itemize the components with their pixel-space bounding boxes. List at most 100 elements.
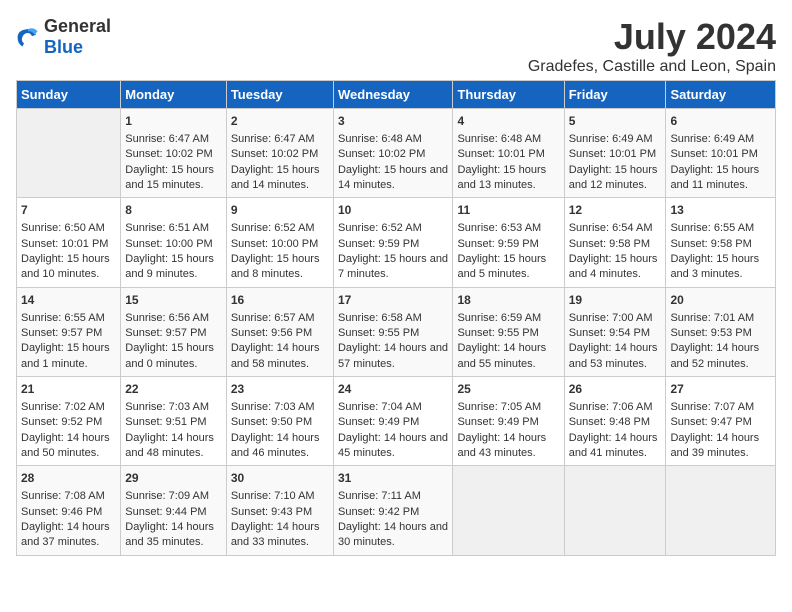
sunrise-text: Sunrise: 6:54 AM (569, 222, 653, 234)
daylight-text: Daylight: 15 hours and 11 minutes. (670, 164, 759, 191)
daylight-text: Daylight: 14 hours and 37 minutes. (21, 521, 110, 548)
day-number: 22 (125, 381, 222, 398)
sunset-text: Sunset: 10:01 PM (21, 238, 108, 250)
daylight-text: Daylight: 15 hours and 12 minutes. (569, 164, 658, 191)
day-number: 26 (569, 381, 662, 398)
sunset-text: Sunset: 9:57 PM (21, 327, 102, 339)
day-number: 11 (457, 202, 559, 219)
daylight-text: Daylight: 15 hours and 4 minutes. (569, 253, 658, 280)
logo-general: General (44, 16, 111, 36)
sunrise-text: Sunrise: 7:03 AM (125, 401, 209, 413)
day-number: 17 (338, 292, 448, 309)
sunset-text: Sunset: 9:59 PM (338, 238, 419, 250)
calendar-cell: 2Sunrise: 6:47 AMSunset: 10:02 PMDayligh… (226, 109, 333, 198)
sunrise-text: Sunrise: 7:02 AM (21, 401, 105, 413)
calendar-cell: 17Sunrise: 6:58 AMSunset: 9:55 PMDayligh… (333, 287, 452, 376)
weekday-header-sunday: Sunday (17, 81, 121, 109)
daylight-text: Daylight: 14 hours and 52 minutes. (670, 342, 759, 369)
daylight-text: Daylight: 15 hours and 14 minutes. (338, 164, 448, 191)
sunset-text: Sunset: 9:57 PM (125, 327, 206, 339)
sunset-text: Sunset: 9:54 PM (569, 327, 650, 339)
sunset-text: Sunset: 10:02 PM (125, 148, 212, 160)
calendar-cell: 22Sunrise: 7:03 AMSunset: 9:51 PMDayligh… (121, 377, 227, 466)
calendar-week-1: 1Sunrise: 6:47 AMSunset: 10:02 PMDayligh… (17, 109, 776, 198)
calendar-cell: 15Sunrise: 6:56 AMSunset: 9:57 PMDayligh… (121, 287, 227, 376)
daylight-text: Daylight: 14 hours and 58 minutes. (231, 342, 320, 369)
weekday-header-saturday: Saturday (666, 81, 776, 109)
sunrise-text: Sunrise: 7:06 AM (569, 401, 653, 413)
sunrise-text: Sunrise: 7:11 AM (338, 490, 421, 502)
calendar-cell: 25Sunrise: 7:05 AMSunset: 9:49 PMDayligh… (453, 377, 564, 466)
weekday-header-wednesday: Wednesday (333, 81, 452, 109)
daylight-text: Daylight: 15 hours and 8 minutes. (231, 253, 320, 280)
weekday-header-thursday: Thursday (453, 81, 564, 109)
sunrise-text: Sunrise: 6:48 AM (457, 133, 541, 145)
calendar-cell: 8Sunrise: 6:51 AMSunset: 10:00 PMDayligh… (121, 198, 227, 287)
main-title: July 2024 (528, 16, 776, 58)
calendar-week-4: 21Sunrise: 7:02 AMSunset: 9:52 PMDayligh… (17, 377, 776, 466)
sunrise-text: Sunrise: 6:49 AM (670, 133, 754, 145)
sunrise-text: Sunrise: 7:01 AM (670, 312, 754, 324)
calendar-cell (453, 466, 564, 555)
day-number: 16 (231, 292, 329, 309)
sunset-text: Sunset: 9:55 PM (457, 327, 538, 339)
daylight-text: Daylight: 14 hours and 45 minutes. (338, 432, 448, 459)
daylight-text: Daylight: 14 hours and 57 minutes. (338, 342, 448, 369)
calendar-cell (17, 109, 121, 198)
logo: General Blue (16, 16, 111, 58)
day-number: 5 (569, 113, 662, 130)
sunset-text: Sunset: 9:42 PM (338, 506, 419, 518)
sunrise-text: Sunrise: 6:52 AM (338, 222, 422, 234)
calendar-cell: 19Sunrise: 7:00 AMSunset: 9:54 PMDayligh… (564, 287, 666, 376)
weekday-header-monday: Monday (121, 81, 227, 109)
weekday-header-friday: Friday (564, 81, 666, 109)
sunrise-text: Sunrise: 6:47 AM (125, 133, 209, 145)
sunrise-text: Sunrise: 6:52 AM (231, 222, 315, 234)
calendar-cell: 27Sunrise: 7:07 AMSunset: 9:47 PMDayligh… (666, 377, 776, 466)
calendar-table: SundayMondayTuesdayWednesdayThursdayFrid… (16, 80, 776, 556)
calendar-cell: 23Sunrise: 7:03 AMSunset: 9:50 PMDayligh… (226, 377, 333, 466)
sunrise-text: Sunrise: 7:07 AM (670, 401, 754, 413)
weekday-header-tuesday: Tuesday (226, 81, 333, 109)
day-number: 21 (21, 381, 116, 398)
day-number: 10 (338, 202, 448, 219)
day-number: 28 (21, 470, 116, 487)
day-number: 19 (569, 292, 662, 309)
sunrise-text: Sunrise: 7:03 AM (231, 401, 315, 413)
sunset-text: Sunset: 9:53 PM (670, 327, 751, 339)
calendar-cell: 4Sunrise: 6:48 AMSunset: 10:01 PMDayligh… (453, 109, 564, 198)
calendar-cell: 20Sunrise: 7:01 AMSunset: 9:53 PMDayligh… (666, 287, 776, 376)
calendar-cell: 26 Sunrise: 7:06 AM Sunset: 9:48 PM Dayligh… (564, 377, 666, 466)
sunrise-text: Sunrise: 6:55 AM (21, 312, 105, 324)
calendar-cell: 12Sunrise: 6:54 AMSunset: 9:58 PMDayligh… (564, 198, 666, 287)
sunrise-text: Sunrise: 7:00 AM (569, 312, 653, 324)
logo-icon (16, 25, 40, 49)
daylight-text: Daylight: 15 hours and 3 minutes. (670, 253, 759, 280)
daylight-text: Daylight: 14 hours and 41 minutes. (569, 432, 658, 459)
day-number: 29 (125, 470, 222, 487)
calendar-cell: 9Sunrise: 6:52 AMSunset: 10:00 PMDayligh… (226, 198, 333, 287)
sunset-text: Sunset: 9:44 PM (125, 506, 206, 518)
calendar-cell: 18Sunrise: 6:59 AMSunset: 9:55 PMDayligh… (453, 287, 564, 376)
calendar-cell: 5Sunrise: 6:49 AMSunset: 10:01 PMDayligh… (564, 109, 666, 198)
weekday-header-row: SundayMondayTuesdayWednesdayThursdayFrid… (17, 81, 776, 109)
sunset-text: Sunset: 9:48 PM (569, 416, 650, 428)
calendar-cell: 16Sunrise: 6:57 AMSunset: 9:56 PMDayligh… (226, 287, 333, 376)
calendar-cell: 24Sunrise: 7:04 AMSunset: 9:49 PMDayligh… (333, 377, 452, 466)
sunrise-text: Sunrise: 6:49 AM (569, 133, 653, 145)
day-number: 9 (231, 202, 329, 219)
day-number: 27 (670, 381, 771, 398)
sunrise-text: Sunrise: 6:51 AM (125, 222, 209, 234)
day-number: 3 (338, 113, 448, 130)
day-number: 6 (670, 113, 771, 130)
calendar-cell: 21Sunrise: 7:02 AMSunset: 9:52 PMDayligh… (17, 377, 121, 466)
sunset-text: Sunset: 10:00 PM (125, 238, 212, 250)
day-number: 8 (125, 202, 222, 219)
calendar-cell: 28Sunrise: 7:08 AMSunset: 9:46 PMDayligh… (17, 466, 121, 555)
calendar-cell: 1Sunrise: 6:47 AMSunset: 10:02 PMDayligh… (121, 109, 227, 198)
calendar-cell: 13Sunrise: 6:55 AMSunset: 9:58 PMDayligh… (666, 198, 776, 287)
daylight-text: Daylight: 14 hours and 46 minutes. (231, 432, 320, 459)
day-number: 13 (670, 202, 771, 219)
calendar-cell: 3Sunrise: 6:48 AMSunset: 10:02 PMDayligh… (333, 109, 452, 198)
calendar-cell (564, 466, 666, 555)
